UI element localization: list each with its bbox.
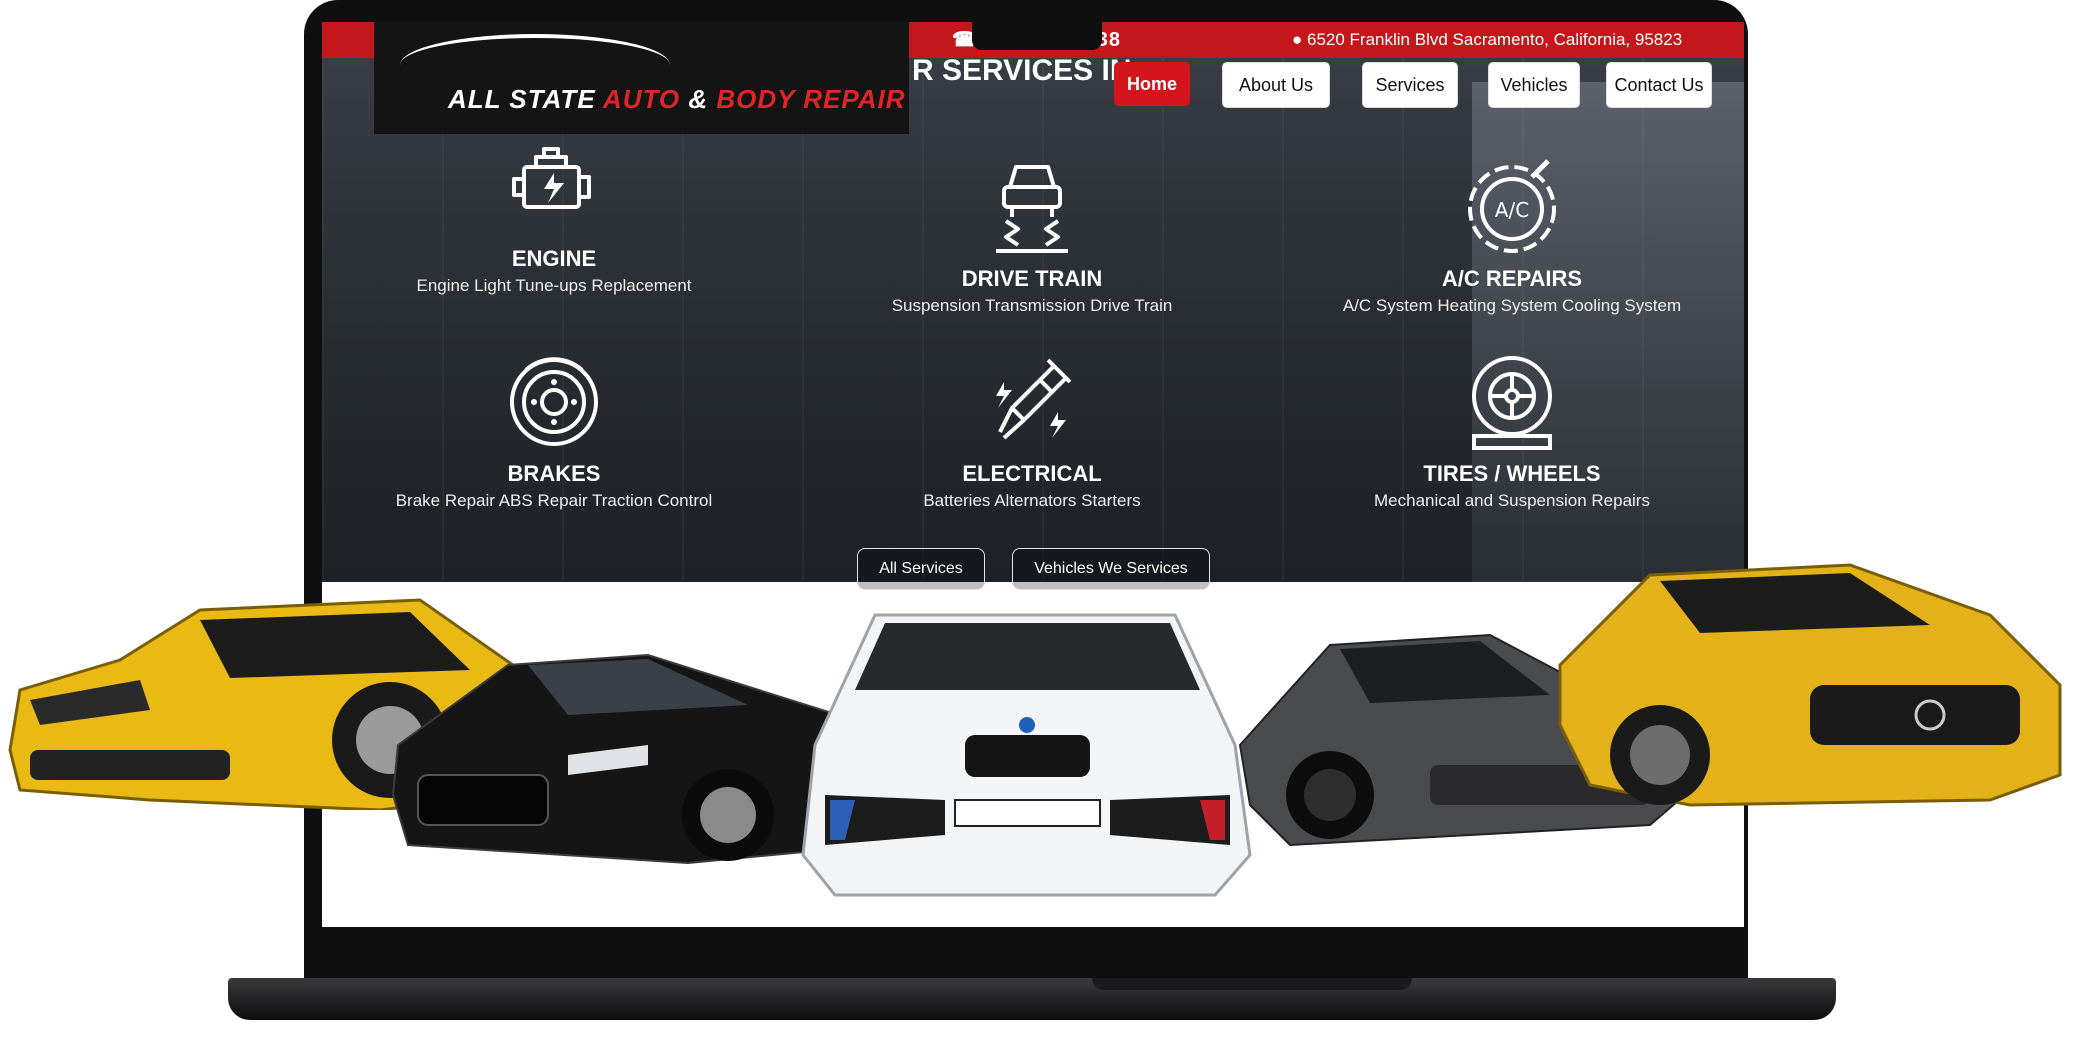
logo-text: ALL STATE AUTO & BODY REPAIR xyxy=(448,84,906,114)
service-title: A/C REPAIRS xyxy=(1441,266,1583,291)
yellow-mercedes-car xyxy=(1558,563,2062,807)
service-electrical[interactable]: ELECTRICAL Batteries Alternators Starter… xyxy=(812,352,1252,511)
service-description: Brake Repair ABS Repair Traction Control xyxy=(395,491,713,510)
nav-contact-us[interactable]: Contact Us xyxy=(1606,62,1712,108)
engine-icon xyxy=(512,147,591,209)
service-engine[interactable]: ENGINE Engine Light Tune-ups Replacement xyxy=(334,137,774,296)
location-pin-icon: ● xyxy=(1292,30,1307,49)
service-description: Batteries Alternators Starters xyxy=(923,491,1141,510)
laptop-base xyxy=(228,978,1836,1020)
all-services-button[interactable]: All Services xyxy=(857,548,985,590)
car-lift-icon xyxy=(996,165,1068,253)
service-drive-train[interactable]: DRIVE TRAIN Suspension Transmission Driv… xyxy=(812,157,1252,316)
svg-text:A/C: A/C xyxy=(1495,198,1529,222)
service-description: Engine Light Tune-ups Replacement xyxy=(416,276,692,295)
service-tires-wheels[interactable]: TIRES / WHEELS Mechanical and Suspension… xyxy=(1292,352,1732,511)
nav-home[interactable]: Home xyxy=(1114,62,1190,106)
tire-icon xyxy=(1472,356,1552,450)
service-title: BRAKES xyxy=(507,461,601,486)
white-bmw-car xyxy=(801,613,1252,897)
service-title: ELECTRICAL xyxy=(962,461,1102,486)
service-description: A/C System Heating System Cooling System xyxy=(1342,296,1682,315)
spark-plug-icon xyxy=(996,358,1072,440)
logo[interactable]: ALL STATE AUTO & BODY REPAIR xyxy=(374,22,909,134)
address: ● 6520 Franklin Blvd Sacramento, Califor… xyxy=(1292,30,1683,49)
brake-icon xyxy=(510,357,598,446)
nav-services[interactable]: Services xyxy=(1362,62,1458,108)
service-description: Suspension Transmission Drive Train xyxy=(891,296,1173,315)
ac-icon: A/C xyxy=(1468,159,1556,253)
page-heading: R SERVICES IN xyxy=(912,54,1132,87)
nav-about-us[interactable]: About Us xyxy=(1222,62,1330,108)
nav-vehicles[interactable]: Vehicles xyxy=(1488,62,1580,108)
service-ac-repairs[interactable]: A/C A/C REPAIRS A/C System Heating Syste… xyxy=(1292,157,1732,316)
laptop-base-notch xyxy=(1092,978,1412,990)
service-title: DRIVE TRAIN xyxy=(961,266,1103,291)
service-title: TIRES / WHEELS xyxy=(1423,461,1601,486)
service-title: ENGINE xyxy=(511,246,597,271)
service-brakes[interactable]: BRAKES Brake Repair ABS Repair Traction … xyxy=(334,352,774,511)
service-description: Mechanical and Suspension Repairs xyxy=(1374,491,1650,510)
camera-notch xyxy=(972,22,1102,50)
vehicles-we-services-button[interactable]: Vehicles We Services xyxy=(1012,548,1210,590)
